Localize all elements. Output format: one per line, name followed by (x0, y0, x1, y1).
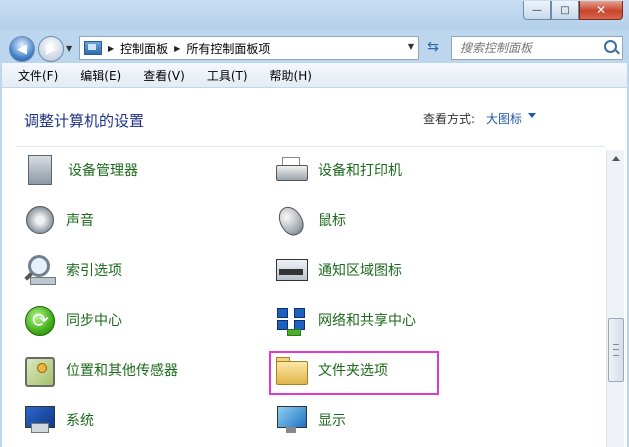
search-icon[interactable] (604, 40, 617, 53)
close-button[interactable]: ✕ (579, 1, 623, 20)
list-item-network-sharing[interactable]: 网络和共享中心 (274, 300, 416, 340)
notification-icon (274, 253, 308, 287)
list-item-folder-options[interactable]: 文件夹选项 (274, 350, 388, 390)
vertical-scrollbar[interactable] (606, 150, 624, 447)
item-label: 设备管理器 (68, 163, 138, 179)
indexing-icon (22, 253, 56, 287)
item-label: 鼠标 (318, 213, 346, 229)
location-sensor-icon (22, 353, 56, 387)
breadcrumb-separator-icon[interactable]: ▶ (108, 44, 114, 53)
item-label: 系统 (66, 413, 94, 429)
menu-help[interactable]: 帮助(H) (254, 67, 318, 84)
search-input[interactable] (460, 41, 600, 55)
breadcrumb-control-panel[interactable]: 控制面板 (120, 40, 168, 57)
list-item-display[interactable]: 显示 (274, 400, 346, 440)
minimize-button[interactable]: — (523, 1, 551, 20)
folder-icon (274, 353, 308, 387)
list-item-mouse[interactable]: 鼠标 (273, 200, 346, 240)
list-item-location-sensors[interactable]: 位置和其他传感器 (22, 350, 178, 390)
recent-pages-dropdown[interactable]: ▼ (66, 44, 72, 53)
list-item-sound[interactable]: 声音 (22, 200, 94, 240)
menu-view[interactable]: 查看(V) (127, 67, 191, 84)
item-label: 设备和打印机 (318, 163, 402, 179)
item-label: 同步中心 (66, 313, 122, 329)
item-label: 声音 (66, 213, 94, 229)
view-by-chevron-down-icon[interactable] (528, 113, 536, 118)
item-label: 文件夹选项 (318, 363, 388, 379)
list-item-indexing[interactable]: 索引选项 (22, 250, 122, 290)
control-panel-window: — □ ✕ ◀ ▶ ▼ ▶ 控制面板 ▶ 所有控制面板项 ▼ ⇆ 文件(F) 编… (0, 0, 629, 447)
navigation-bar: ◀ ▶ ▼ ▶ 控制面板 ▶ 所有控制面板项 ▼ ⇆ (0, 30, 629, 62)
list-item-sync-center[interactable]: 同步中心 (22, 300, 122, 340)
scroll-up-icon[interactable] (607, 150, 624, 166)
scroll-thumb[interactable] (608, 318, 624, 382)
control-panel-icon (84, 41, 102, 55)
item-label: 网络和共享中心 (318, 313, 416, 329)
breadcrumb-all-items[interactable]: 所有控制面板项 (186, 40, 270, 57)
mouse-icon (273, 202, 309, 240)
breadcrumb-separator-icon[interactable]: ▶ (174, 44, 180, 53)
list-item-device-manager[interactable]: 设备管理器 (22, 150, 138, 190)
view-by-dropdown[interactable]: 大图标 (486, 110, 522, 127)
printer-icon (274, 153, 308, 187)
item-label: 通知区域图标 (318, 263, 402, 279)
speaker-icon (22, 203, 56, 237)
list-item-system[interactable]: 系统 (22, 400, 94, 440)
item-label: 索引选项 (66, 263, 122, 279)
menu-bar: 文件(F) 编辑(E) 查看(V) 工具(T) 帮助(H) (2, 63, 627, 88)
menu-edit[interactable]: 编辑(E) (64, 67, 127, 84)
search-box[interactable] (451, 36, 623, 60)
display-icon (274, 403, 308, 437)
item-label: 位置和其他传感器 (66, 363, 178, 379)
content-area: 调整计算机的设置 查看方式: 大图标 设备管理器 设备和打印机 声音 鼠标 索引… (2, 88, 627, 447)
network-icon (274, 303, 308, 337)
page-title: 调整计算机的设置 (24, 112, 145, 130)
refresh-button[interactable]: ⇆ (421, 36, 445, 58)
menu-tools[interactable]: 工具(T) (191, 67, 254, 84)
list-item-notification-icons[interactable]: 通知区域图标 (274, 250, 402, 290)
control-panel-items: 设备管理器 设备和打印机 声音 鼠标 索引选项 通知区域图标 ⟳ 同步中心 网络… (2, 144, 606, 447)
device-manager-icon (28, 155, 52, 185)
maximize-button[interactable]: □ (551, 1, 579, 20)
address-dropdown-icon[interactable]: ▼ (408, 42, 414, 51)
title-bar[interactable]: — □ ✕ (0, 0, 629, 30)
window-controls: — □ ✕ (523, 1, 623, 20)
menu-file[interactable]: 文件(F) (2, 67, 64, 84)
list-item-devices-printers[interactable]: 设备和打印机 (274, 150, 402, 190)
system-icon (22, 403, 56, 437)
forward-button[interactable]: ▶ (38, 36, 64, 62)
sync-icon (22, 303, 56, 337)
back-button[interactable]: ◀ (9, 36, 35, 62)
address-bar[interactable]: ▶ 控制面板 ▶ 所有控制面板项 ▼ (79, 36, 419, 60)
view-by-label: 查看方式: (423, 112, 476, 126)
item-label: 显示 (318, 413, 346, 429)
